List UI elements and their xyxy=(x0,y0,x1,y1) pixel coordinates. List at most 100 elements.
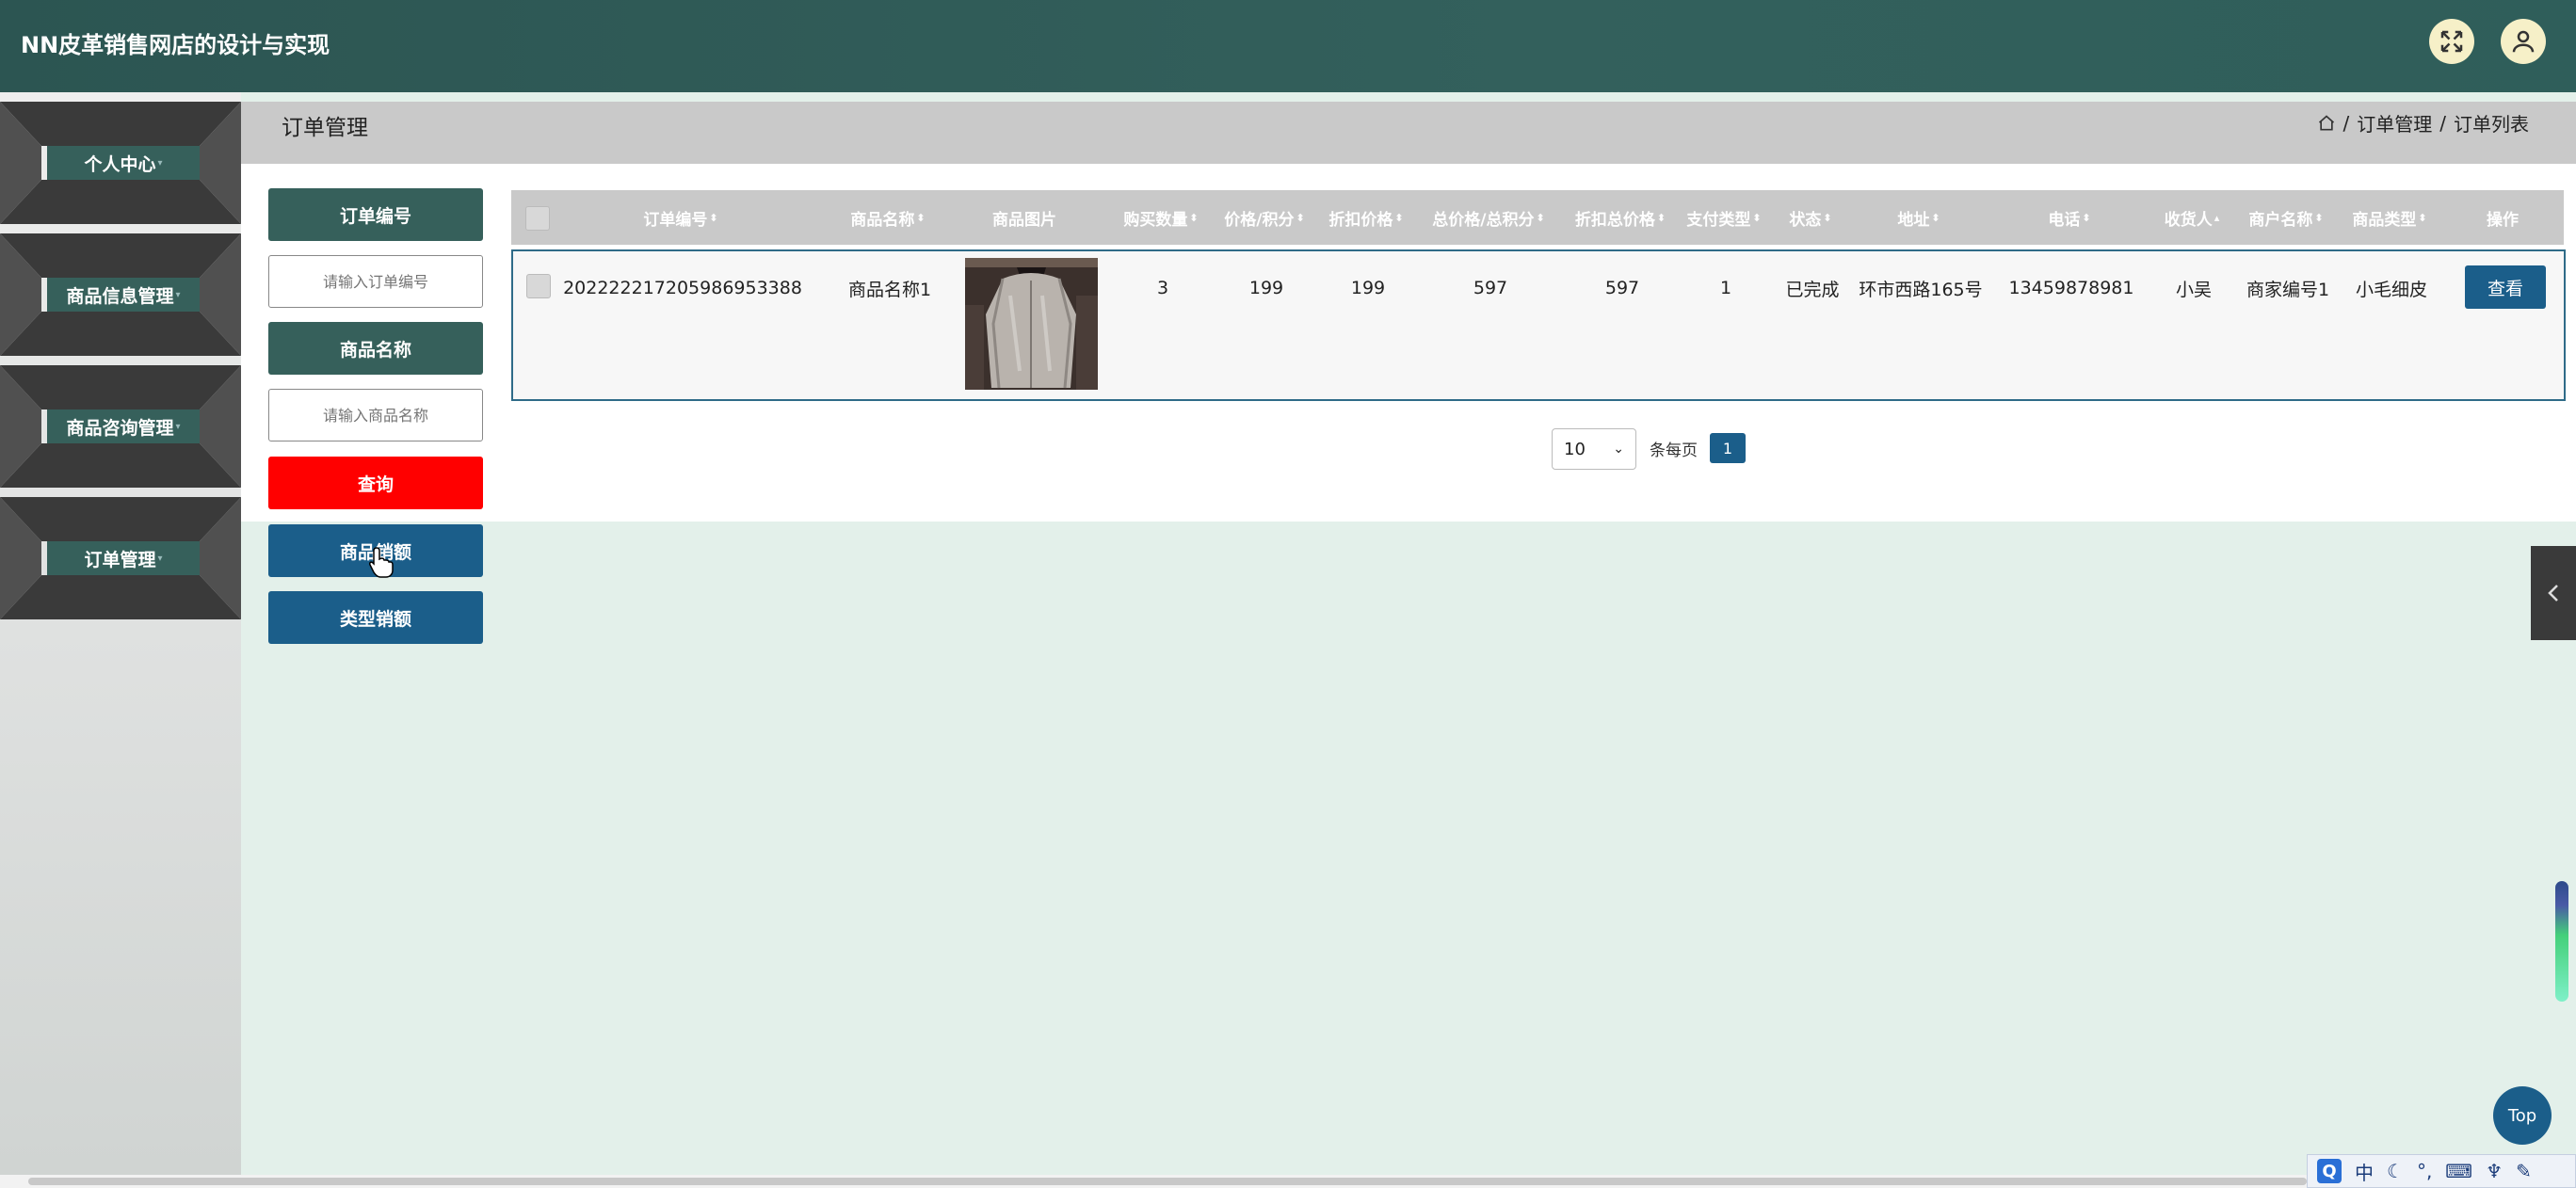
column-header[interactable]: 商户名称 ⬍ xyxy=(2234,190,2338,245)
sidebar-item-personal-center[interactable]: 个人中心 ▾ xyxy=(0,102,241,224)
cell-total-price: 597 xyxy=(1473,278,1508,298)
query-button[interactable]: 查询 xyxy=(268,457,483,509)
column-header[interactable]: 总价格/总积分 ⬍ xyxy=(1418,190,1559,245)
view-button[interactable]: 查看 xyxy=(2465,265,2546,309)
page-number-button[interactable]: 1 xyxy=(1710,433,1746,463)
column-header[interactable]: 商品名称 ⬍ xyxy=(836,190,940,245)
top-bar: NN皮革销售网店的设计与实现 xyxy=(0,0,2576,92)
cell-price: 199 xyxy=(1248,278,1284,298)
cell-product-name: 商品名称1 xyxy=(847,279,932,300)
breadcrumb-separator: / xyxy=(2439,111,2446,135)
keyboard-icon[interactable]: ⌨ xyxy=(2445,1160,2472,1182)
table-row[interactable]: 202222217205986953388 商品名称1 3 199 199 59… xyxy=(511,249,2566,401)
sidebar-item-product-info[interactable]: 商品信息管理 ▾ xyxy=(0,233,241,356)
column-header[interactable]: 电话 ⬍ xyxy=(1989,190,2149,245)
wrench-icon[interactable]: ✎ xyxy=(2516,1160,2532,1182)
column-header[interactable]: 状态 ⬍ xyxy=(1773,190,1848,245)
sort-icon[interactable]: ⬍ xyxy=(1657,212,1666,224)
sort-icon[interactable]: ⬍ xyxy=(1394,212,1403,224)
cell-discount-price: 199 xyxy=(1350,278,1386,298)
user-avatar-icon[interactable] xyxy=(2501,19,2546,64)
scroll-indicator[interactable] xyxy=(2555,881,2568,1002)
product-name-input[interactable] xyxy=(268,389,483,441)
chevron-down-icon: ▾ xyxy=(157,553,163,564)
cell-discount-total: 597 xyxy=(1604,278,1640,298)
per-page-label: 条每页 xyxy=(1650,441,1698,460)
column-header[interactable]: 折扣价格 ⬍ xyxy=(1319,190,1413,245)
type-sales-button[interactable]: 类型销额 xyxy=(268,591,483,644)
column-header[interactable]: 折扣总价格 ⬍ xyxy=(1564,190,1677,245)
column-header[interactable]: 收货人 ▴ xyxy=(2149,190,2234,245)
cell-order-no: 202222217205986953388 xyxy=(563,278,802,298)
sort-icon[interactable]: ⬍ xyxy=(916,212,925,224)
column-header: 商品图片 xyxy=(992,210,1056,230)
column-header[interactable]: 地址 ⬍ xyxy=(1848,190,1989,245)
sort-icon[interactable]: ⬍ xyxy=(1189,212,1198,224)
ime-language[interactable]: 中 xyxy=(2355,1158,2374,1185)
chevron-down-icon: ▾ xyxy=(175,289,181,300)
sidebar-item-label: 个人中心 ▾ xyxy=(47,146,200,180)
page-size-select[interactable]: 10 ⌄ xyxy=(1552,428,1636,470)
punctuation-icon[interactable]: °, xyxy=(2417,1160,2432,1182)
chevron-down-icon: ▾ xyxy=(157,157,163,169)
cell-address: 环市西路165号 xyxy=(1859,279,1983,300)
column-header[interactable]: 购买数量 ⬍ xyxy=(1114,190,1208,245)
cell-pay-type: 1 xyxy=(1719,278,1732,298)
cell-phone: 13459878981 xyxy=(2008,278,2134,298)
column-header[interactable]: 商品类型 ⬍ xyxy=(2338,190,2441,245)
breadcrumb-item[interactable]: 订单管理 xyxy=(2357,109,2432,136)
app-title: NN皮革销售网店的设计与实现 xyxy=(21,32,330,58)
cell-status: 已完成 xyxy=(1785,279,1840,300)
cell-merchant: 商家编号1 xyxy=(2246,279,2330,300)
page-header: 订单管理 / 订单管理 / 订单列表 xyxy=(241,102,2576,164)
sidebar: 个人中心 ▾ 商品信息管理 ▾ 商品咨询管理 ▾ 订单管理 ▾ xyxy=(0,92,241,1175)
cell-receiver: 小吴 xyxy=(2175,279,2212,300)
hand-cursor-icon xyxy=(369,547,394,578)
ime-logo-icon[interactable]: Q xyxy=(2317,1159,2342,1183)
sort-icon[interactable]: ⬍ xyxy=(709,212,717,224)
breadcrumb-separator: / xyxy=(2343,111,2350,135)
fullscreen-icon[interactable] xyxy=(2429,19,2474,64)
breadcrumb-item: 订单列表 xyxy=(2454,113,2529,136)
sort-icon[interactable]: ▴ xyxy=(2214,212,2220,224)
sidebar-item-order-management[interactable]: 订单管理 ▾ xyxy=(0,497,241,619)
sort-icon[interactable]: ⬍ xyxy=(2418,212,2426,224)
sort-icon[interactable]: ⬍ xyxy=(1752,212,1761,224)
moon-icon[interactable]: ☾ xyxy=(2387,1160,2404,1182)
side-panel-toggle[interactable] xyxy=(2531,546,2576,640)
column-header[interactable]: 支付类型 ⬍ xyxy=(1677,190,1771,245)
chevron-down-icon: ▾ xyxy=(175,421,181,432)
column-header[interactable]: 价格/积分 ⬍ xyxy=(1213,190,1316,245)
select-all-checkbox[interactable] xyxy=(525,206,550,231)
order-no-input[interactable] xyxy=(268,255,483,308)
sidebar-item-label: 商品信息管理 ▾ xyxy=(47,278,200,312)
back-to-top-button[interactable]: Top xyxy=(2493,1086,2552,1145)
sidebar-item-product-consult[interactable]: 商品咨询管理 ▾ xyxy=(0,365,241,488)
home-icon[interactable] xyxy=(2317,114,2336,133)
page-title: 订单管理 xyxy=(282,116,368,140)
sort-icon[interactable]: ⬍ xyxy=(1931,212,1940,224)
table-header: 订单编号 ⬍ 商品名称 ⬍ 商品图片 购买数量 ⬍ 价格/积分 ⬍ 折扣价格 ⬍ 总价格/… xyxy=(511,190,2564,245)
sort-icon[interactable]: ⬍ xyxy=(1537,212,1545,224)
sort-icon[interactable]: ⬍ xyxy=(2082,212,2090,224)
sort-icon[interactable]: ⬍ xyxy=(2314,212,2323,224)
sidebar-item-label: 订单管理 ▾ xyxy=(47,541,200,575)
chevron-down-icon: ⌄ xyxy=(1613,441,1624,457)
column-header: 操作 xyxy=(2487,210,2519,230)
scrollbar-thumb[interactable] xyxy=(28,1178,2307,1185)
chevron-left-icon xyxy=(2548,585,2558,602)
page-size-value: 10 xyxy=(1564,439,1586,459)
sort-icon[interactable]: ⬍ xyxy=(1823,212,1831,224)
breadcrumb: / 订单管理 / 订单列表 xyxy=(2317,109,2529,136)
product-name-label: 商品名称 xyxy=(268,322,483,375)
ime-toolbar[interactable]: Q 中 ☾ °, ⌨ ♆ ✎ xyxy=(2307,1154,2576,1188)
product-image[interactable] xyxy=(965,258,1098,390)
shirt-icon[interactable]: ♆ xyxy=(2486,1160,2503,1182)
order-no-label: 订单编号 xyxy=(268,188,483,241)
row-checkbox[interactable] xyxy=(526,274,551,298)
cell-quantity: 3 xyxy=(1156,278,1169,298)
column-header[interactable]: 订单编号 ⬍ xyxy=(587,190,775,245)
cell-product-type: 小毛细皮 xyxy=(2355,279,2427,300)
horizontal-scrollbar[interactable] xyxy=(0,1175,2576,1188)
sort-icon[interactable]: ⬍ xyxy=(1296,212,1305,224)
